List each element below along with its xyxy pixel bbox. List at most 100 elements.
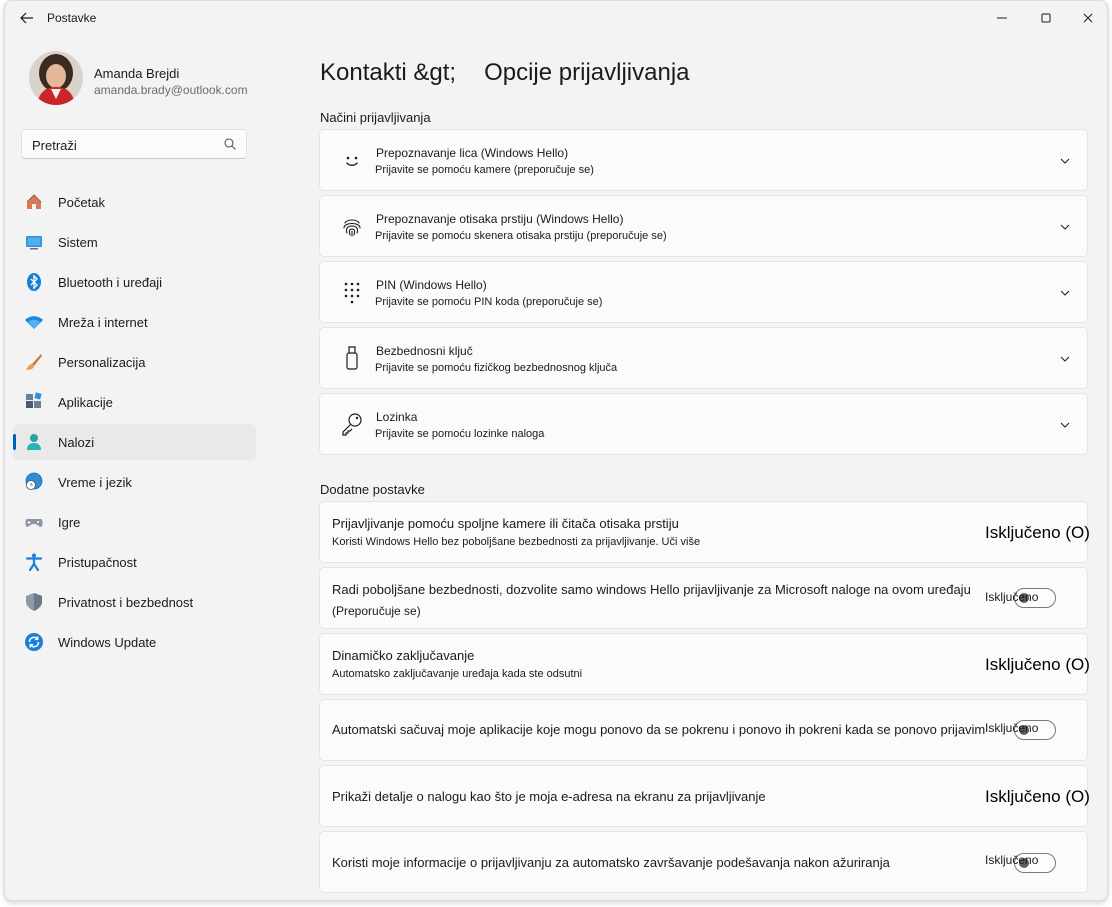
- accessibility-icon: [25, 553, 43, 572]
- setting-windows-hello-only: Radi poboljšane bezbednosti, dozvolite s…: [319, 567, 1088, 629]
- sidebar-item-label: Privatnost i bezbednost: [58, 595, 194, 610]
- bluetooth-icon: [27, 273, 41, 291]
- section-heading-additional: Dodatne postavke: [320, 482, 425, 497]
- search-icon[interactable]: [223, 137, 237, 151]
- sidebar-item-home[interactable]: Početak: [13, 184, 256, 220]
- face-icon: [346, 156, 358, 166]
- sidebar-item-personalization[interactable]: Personalizacija: [13, 344, 256, 380]
- update-icon: [25, 633, 43, 651]
- sidebar-item-label: Pristupačnost: [58, 555, 137, 570]
- key-icon: [342, 413, 362, 436]
- setting-auto-finish-setup: Koristi moje informacije o prijavljivanj…: [319, 831, 1088, 893]
- search-box[interactable]: [21, 129, 247, 159]
- setting-title: Prijavljivanje pomoću spoljne kamere ili…: [332, 516, 679, 531]
- sidebar-item-label: Nalozi: [58, 435, 95, 450]
- settings-window: Postavke Amanda Brejdi amanda.brady@outl…: [4, 0, 1108, 901]
- sidebar-item-label: Aplikacije: [58, 395, 113, 410]
- chevron-down-icon[interactable]: [1059, 287, 1071, 299]
- card-subtitle: Prijavite se pomoću lozinke naloga: [375, 428, 545, 440]
- sidebar-item-label: Igre: [58, 515, 81, 530]
- setting-state[interactable]: Isključeno (O): [985, 655, 1090, 675]
- card-title: Prepoznavanje lica (Windows Hello): [376, 146, 569, 160]
- sidebar-item-bluetooth[interactable]: Bluetooth i uređaji: [13, 264, 256, 300]
- signin-security-key-card[interactable]: Bezbednosni ključ Prijavite se pomoću fi…: [319, 327, 1088, 389]
- chevron-down-icon[interactable]: [1059, 155, 1071, 167]
- sidebar-item-time-language[interactable]: Vreme i jezik: [13, 464, 256, 500]
- setting-external-camera: Prijavljivanje pomoću spoljne kamere ili…: [319, 501, 1090, 563]
- card-subtitle: Prijavite se pomoću PIN koda (preporučuj…: [375, 296, 603, 308]
- monitor-icon: [26, 236, 42, 250]
- breadcrumb-parent[interactable]: Kontakti &gt;: [320, 59, 456, 86]
- close-button[interactable]: [1079, 9, 1097, 27]
- sidebar-item-label: Početak: [58, 195, 105, 210]
- app-title: Postavke: [47, 11, 97, 25]
- gamepad-icon: [25, 519, 43, 527]
- toggle-state-label: Isključeno: [985, 721, 1039, 735]
- sidebar-item-label: Bluetooth i uređaji: [58, 275, 163, 290]
- setting-title: Koristi moje informacije o prijavljivanj…: [332, 855, 890, 870]
- setting-title: Automatski sačuvaj moje aplikacije koje …: [332, 722, 986, 737]
- sidebar-item-label: Personalizacija: [58, 355, 146, 370]
- sidebar-item-gaming[interactable]: Igre: [13, 504, 256, 540]
- person-icon: [27, 434, 41, 450]
- card-title: Lozinka: [376, 410, 418, 424]
- sidebar-item-label: Mreža i internet: [58, 315, 148, 330]
- card-title: Bezbednosni ključ: [376, 344, 473, 358]
- shield-icon: [26, 593, 42, 611]
- card-subtitle: Prijavite se pomoću skenera otisaka prst…: [375, 230, 667, 242]
- setting-state[interactable]: Isključeno (O): [985, 787, 1090, 807]
- sidebar-item-windows-update[interactable]: Windows Update: [13, 624, 256, 660]
- user-email: amanda.brady@outlook.com: [94, 83, 248, 97]
- setting-show-account-details: Prikaži detalje o nalogu kao što je moja…: [319, 765, 1090, 827]
- back-button[interactable]: [17, 8, 37, 28]
- search-input[interactable]: [32, 136, 217, 154]
- chevron-down-icon[interactable]: [1059, 353, 1071, 365]
- sidebar-nav: Početak Sistem Bluetooth i uređaji Mreža…: [13, 184, 256, 664]
- apps-icon: [26, 392, 42, 408]
- avatar: [29, 51, 83, 105]
- sidebar-item-label: Sistem: [58, 235, 98, 250]
- toggle-state-label: Isključeno: [985, 590, 1039, 604]
- setting-subtitle: Koristi Windows Hello bez poboljšane bez…: [332, 536, 701, 548]
- setting-dynamic-lock: Dinamičko zaključavanje Automatsko zaklj…: [319, 633, 1090, 695]
- sidebar-item-accessibility[interactable]: Pristupačnost: [13, 544, 256, 580]
- sidebar-item-label: Windows Update: [58, 635, 157, 650]
- setting-state[interactable]: Isključeno (O): [985, 523, 1090, 543]
- toggle-state-label: Isključeno: [985, 853, 1039, 867]
- user-name: Amanda Brejdi: [94, 66, 180, 81]
- setting-title: Dinamičko zaključavanje: [332, 648, 475, 663]
- close-icon: [1083, 13, 1093, 23]
- sidebar-item-accounts[interactable]: Nalozi: [13, 424, 256, 460]
- setting-restart-apps: Automatski sačuvaj moje aplikacije koje …: [319, 699, 1088, 761]
- title-bar: Postavke: [5, 1, 1107, 35]
- globe-clock-icon: [25, 472, 43, 490]
- breadcrumb-current: Opcije prijavljivanja: [484, 59, 690, 86]
- signin-password-card[interactable]: Lozinka Prijavite se pomoću lozinke nalo…: [319, 393, 1088, 455]
- maximize-button[interactable]: [1037, 9, 1055, 27]
- maximize-icon: [1041, 13, 1051, 23]
- card-subtitle: Prijavite se pomoću kamere (preporučuje …: [375, 164, 594, 176]
- sidebar-item-system[interactable]: Sistem: [13, 224, 256, 260]
- chevron-down-icon[interactable]: [1059, 221, 1071, 233]
- sidebar-item-apps[interactable]: Aplikacije: [13, 384, 256, 420]
- signin-face-card[interactable]: Prepoznavanje lica (Windows Hello) Prija…: [319, 129, 1088, 191]
- brush-icon: [26, 354, 42, 370]
- setting-subtitle: Automatsko zaključavanje uređaja kada st…: [332, 668, 583, 680]
- section-heading-signin: Načini prijavljivanja: [320, 110, 431, 125]
- card-title: Prepoznavanje otisaka prstiju (Windows H…: [376, 212, 624, 226]
- wifi-icon: [25, 316, 43, 329]
- fingerprint-icon: [343, 219, 361, 237]
- usb-key-icon: [346, 346, 358, 370]
- signin-pin-card[interactable]: PIN (Windows Hello) Prijavite se pomoću …: [319, 261, 1088, 323]
- setting-title: Prikaži detalje o nalogu kao što je moja…: [332, 789, 766, 804]
- user-profile[interactable]: Amanda Brejdi amanda.brady@outlook.com: [29, 51, 279, 107]
- sidebar-item-network[interactable]: Mreža i internet: [13, 304, 256, 340]
- setting-title: Radi poboljšane bezbednosti, dozvolite s…: [332, 582, 971, 597]
- sidebar-item-privacy[interactable]: Privatnost i bezbednost: [13, 584, 256, 620]
- chevron-down-icon[interactable]: [1059, 419, 1071, 431]
- sidebar-item-label: Vreme i jezik: [58, 475, 132, 490]
- setting-subtitle: (Preporučuje se): [332, 604, 421, 618]
- card-title: PIN (Windows Hello): [376, 278, 487, 292]
- signin-fingerprint-card[interactable]: Prepoznavanje otisaka prstiju (Windows H…: [319, 195, 1088, 257]
- minimize-button[interactable]: [993, 9, 1011, 27]
